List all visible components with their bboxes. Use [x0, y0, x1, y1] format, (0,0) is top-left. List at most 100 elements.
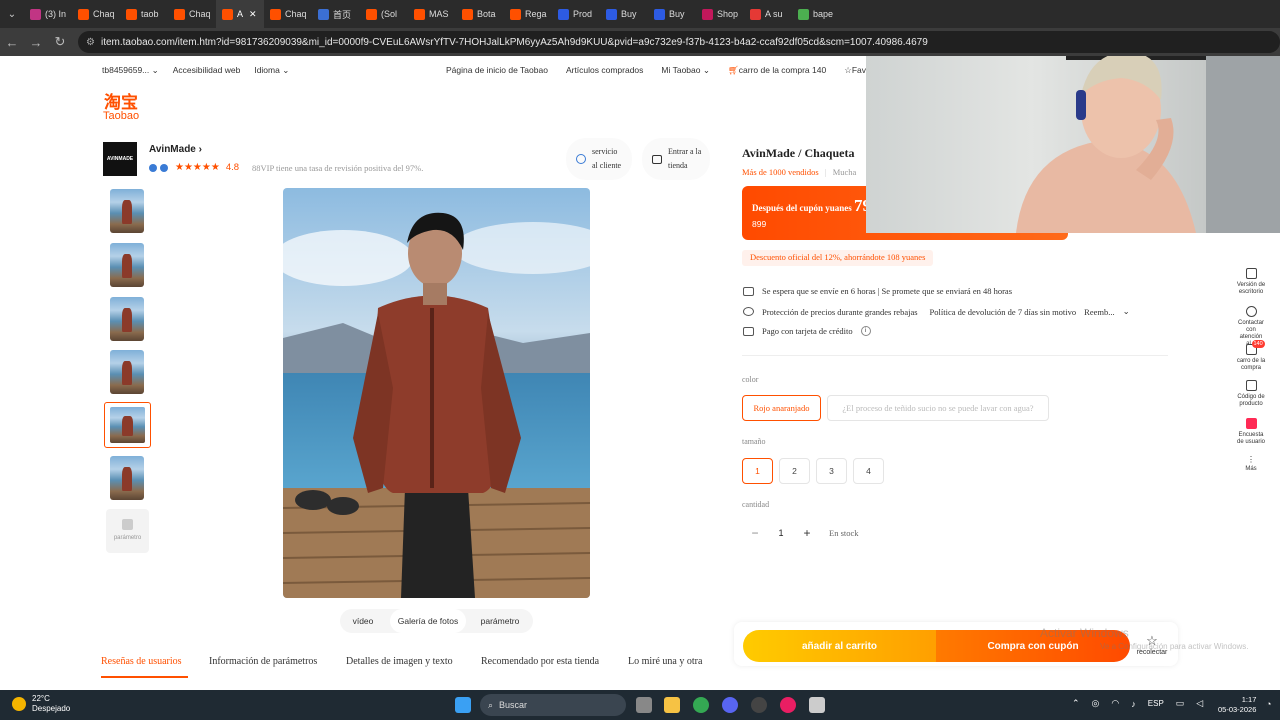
size-option-1[interactable]: 1	[742, 458, 773, 484]
purchased-link[interactable]: Artículos comprados	[566, 65, 643, 76]
refund-text[interactable]: Reemb...	[1084, 307, 1114, 317]
enter-store-button[interactable]: Entrar a la tienda	[642, 138, 710, 180]
language-indicator[interactable]: ESP	[1148, 699, 1164, 708]
notification-icon[interactable]: ◔	[1266, 699, 1271, 709]
app-icon[interactable]	[751, 697, 767, 713]
wifi-icon[interactable]: ◠	[1111, 698, 1119, 709]
file-explorer-icon[interactable]	[664, 697, 680, 713]
size-option-4[interactable]: 4	[853, 458, 884, 484]
browser-tab[interactable]: Chaq	[264, 0, 312, 28]
browser-tab[interactable]: Buy	[648, 0, 696, 28]
browser-tab[interactable]: Chaq	[72, 0, 120, 28]
tab-store-recommended[interactable]: Recomendado por esta tienda	[481, 656, 599, 667]
decrement-button[interactable]: −	[742, 526, 768, 540]
quantity-label: cantidad	[742, 500, 770, 509]
site-info-icon[interactable]: ⚙	[86, 37, 95, 48]
shop-rating: 4.8	[225, 162, 240, 173]
cart-link[interactable]: 🛒︎carro de la compra 140	[728, 65, 826, 76]
add-to-cart-button[interactable]: añadir al carrito	[743, 630, 936, 662]
browser-tab[interactable]: Rega	[504, 0, 552, 28]
forward-icon[interactable]: →	[24, 35, 48, 50]
gallery-thumb[interactable]	[110, 189, 144, 233]
tab-label: Rega	[525, 9, 547, 19]
media-icon[interactable]	[780, 697, 796, 713]
chevron-down-icon[interactable]: ⌄	[1123, 306, 1130, 317]
sidebar-cart[interactable]: 140 carro de la compra	[1236, 340, 1266, 372]
browser-tab[interactable]: Bota	[456, 0, 504, 28]
increment-button[interactable]: +	[794, 526, 820, 540]
weather-text: Despejado	[32, 704, 71, 713]
taobao-logo[interactable]: 淘宝 Taobao	[103, 94, 139, 122]
reload-icon[interactable]: ↻	[48, 34, 72, 50]
browser-tab[interactable]: Chaq	[168, 0, 216, 28]
browser-tab[interactable]: bape	[792, 0, 840, 28]
browser-tab[interactable]: Buy	[600, 0, 648, 28]
taskbar-search[interactable]: ⌕ Buscar	[480, 694, 626, 716]
back-icon[interactable]: ←	[0, 35, 24, 50]
tab-viewed-again[interactable]: Lo miré una y otra	[628, 656, 702, 667]
mic-icon[interactable]: ♪	[1131, 699, 1136, 709]
task-view-icon[interactable]	[636, 697, 652, 713]
gallery-thumb[interactable]	[110, 456, 144, 500]
sidebar-product-code[interactable]: Código de producto	[1236, 380, 1266, 408]
tab-favicon-icon	[798, 8, 809, 20]
info-icon[interactable]: i	[860, 326, 871, 336]
my-taobao-menu[interactable]: Mi Taobao ⌄	[661, 65, 710, 76]
browser-tab[interactable]: (3) In	[24, 0, 72, 28]
tab-parameter-info[interactable]: Información de parámetros	[209, 656, 317, 667]
start-icon[interactable]	[455, 697, 471, 713]
param-thumb[interactable]: parámetro	[106, 509, 149, 553]
browser-tab[interactable]: (Sol	[360, 0, 408, 28]
chrome-icon[interactable]	[693, 697, 709, 713]
user-link[interactable]: tb8459659... ⌄	[102, 65, 159, 76]
browser-tab[interactable]: taob	[120, 0, 168, 28]
color-option-orange-red[interactable]: Rojo anaranjado	[742, 395, 821, 421]
tab-parameters[interactable]: parámetro	[474, 609, 526, 633]
volume-icon[interactable]: ◁	[1196, 698, 1203, 709]
gallery-thumb[interactable]	[110, 243, 144, 287]
browser-tab[interactable]: 首页	[312, 0, 360, 28]
discord-icon[interactable]	[722, 697, 738, 713]
quantity-input[interactable]: 1	[768, 528, 794, 538]
weather-widget[interactable]: 22°C Despejado	[12, 694, 70, 714]
tab-video[interactable]: vídeo	[346, 609, 380, 633]
yuan-label: yuanes	[825, 203, 852, 213]
sidebar-more[interactable]: ⋮ Más	[1236, 456, 1266, 473]
tab-search-icon[interactable]: ⌄	[0, 9, 24, 20]
sidebar-survey[interactable]: Encuesta de usuario	[1236, 418, 1266, 446]
sidebar-desktop-version[interactable]: Versión de escritorio	[1236, 268, 1266, 296]
taobao-home-link[interactable]: Página de inicio de Taobao	[446, 65, 548, 76]
logo-chinese: 淘宝	[104, 93, 139, 112]
browser-tab[interactable]: A ✕	[216, 0, 264, 28]
gallery-thumb-selected[interactable]	[104, 402, 151, 448]
browser-tab[interactable]: A su	[744, 0, 792, 28]
shop-logo[interactable]: AVINMADE	[103, 142, 137, 176]
browser-tab[interactable]: MAS	[408, 0, 456, 28]
app-icon[interactable]	[809, 697, 825, 713]
tab-image-details[interactable]: Detalles de imagen y texto	[346, 656, 453, 667]
close-icon[interactable]: ✕	[249, 9, 257, 20]
size-option-3[interactable]: 3	[816, 458, 847, 484]
cart-badge: 140	[1251, 340, 1265, 348]
tab-label: bape	[813, 9, 834, 19]
browser-tab[interactable]: Prod	[552, 0, 600, 28]
tray-icon[interactable]: ◎	[1092, 698, 1100, 709]
accessibility-link[interactable]: Accesibilidad web	[173, 65, 241, 76]
shield-icon	[743, 307, 754, 316]
gallery-thumb[interactable]	[110, 297, 144, 341]
clock[interactable]: 1:17 05-03-2026	[1218, 695, 1256, 715]
main-product-image[interactable]	[283, 188, 590, 598]
tab-photo-gallery[interactable]: Galería de fotos	[390, 609, 466, 633]
url-input[interactable]: ⚙ item.taobao.com/item.htm?id=9817362090…	[78, 31, 1280, 53]
customer-service-button[interactable]: servicio al cliente	[566, 138, 632, 180]
chevron-up-icon[interactable]: ⌃	[1072, 698, 1080, 709]
color-option-dye-note[interactable]: ¿El proceso de teñido sucio no se puede …	[827, 395, 1049, 421]
language-menu[interactable]: Idioma ⌄	[254, 65, 289, 76]
tab-user-reviews[interactable]: Reseñas de usuarios	[101, 656, 182, 667]
shop-name[interactable]: AvinMade ›	[149, 144, 202, 155]
gallery-thumb[interactable]	[110, 350, 144, 394]
network-icon[interactable]: ▭	[1176, 698, 1185, 709]
size-option-2[interactable]: 2	[779, 458, 810, 484]
browser-tab[interactable]: Shop	[696, 0, 744, 28]
tab-favicon-icon	[750, 8, 761, 20]
